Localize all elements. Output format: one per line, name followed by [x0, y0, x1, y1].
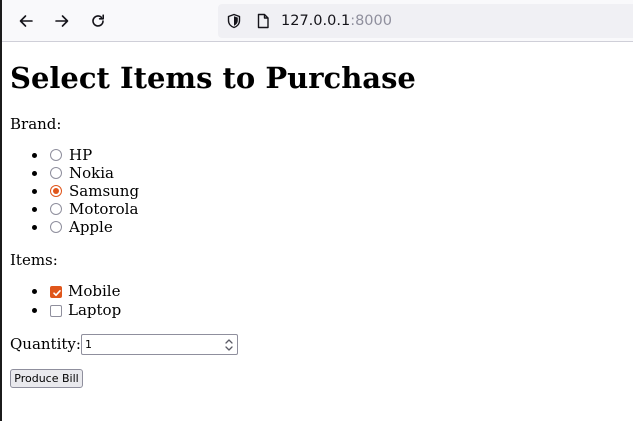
item-option-laptop[interactable]: Laptop	[10, 301, 121, 320]
brand-list: HP Nokia Samsung Motorola Apple	[10, 146, 139, 236]
brand-option-nokia[interactable]: Nokia	[10, 164, 114, 182]
browser-toolbar: 127.0.0.1:8000	[2, 0, 633, 42]
reload-icon	[92, 14, 104, 27]
quantity-stepper[interactable]: 1	[81, 334, 238, 355]
window-edge	[0, 0, 2, 421]
back-button[interactable]	[12, 7, 40, 35]
bullet	[32, 171, 37, 176]
bullet	[32, 207, 37, 212]
brand-label-motorola: Motorola	[69, 200, 139, 218]
url-host: 127.0.0.1	[281, 13, 351, 29]
bullet	[32, 308, 37, 313]
checkbox-laptop[interactable]	[50, 305, 62, 317]
produce-bill-button[interactable]: Produce Bill	[10, 369, 83, 388]
item-label-mobile: Mobile	[68, 282, 121, 300]
url-port: :8000	[350, 13, 392, 29]
brand-label: Brand:	[10, 115, 62, 133]
items-list: Mobile Laptop	[10, 282, 121, 320]
bullet	[32, 189, 37, 194]
radio-apple[interactable]	[50, 221, 62, 233]
arrow-left-icon	[19, 15, 33, 27]
checkbox-mobile[interactable]	[50, 286, 62, 298]
quantity-value: 1	[85, 338, 92, 351]
item-label-laptop: Laptop	[68, 301, 122, 319]
spinner-arrows-icon[interactable]	[224, 338, 234, 352]
page-icon[interactable]	[255, 13, 271, 29]
brand-option-motorola[interactable]: Motorola	[10, 200, 138, 218]
checkmark-icon	[53, 290, 61, 296]
radio-hp[interactable]	[50, 149, 62, 161]
quantity-label: Quantity:	[10, 335, 81, 353]
brand-label-nokia: Nokia	[69, 164, 114, 182]
brand-option-hp[interactable]: HP	[10, 146, 92, 164]
reload-button[interactable]	[84, 7, 112, 35]
url-text[interactable]: 127.0.0.1:8000	[281, 12, 392, 30]
shield-icon[interactable]	[226, 13, 242, 29]
radio-nokia[interactable]	[50, 167, 62, 179]
forward-button[interactable]	[48, 7, 76, 35]
bullet	[32, 289, 37, 294]
brand-label-hp: HP	[69, 146, 93, 164]
url-bar[interactable]: 127.0.0.1:8000	[218, 4, 633, 38]
brand-option-apple[interactable]: Apple	[10, 218, 113, 236]
brand-option-samsung[interactable]: Samsung	[10, 182, 139, 200]
items-label: Items:	[10, 251, 58, 269]
radio-samsung[interactable]	[50, 185, 62, 197]
bullet	[32, 225, 37, 230]
bullet	[32, 153, 37, 158]
page-title: Select Items to Purchase	[10, 61, 416, 95]
item-option-mobile[interactable]: Mobile	[10, 282, 120, 301]
arrow-right-icon	[55, 15, 69, 27]
radio-motorola[interactable]	[50, 203, 62, 215]
brand-label-apple: Apple	[69, 218, 113, 236]
brand-label-samsung: Samsung	[69, 182, 140, 200]
